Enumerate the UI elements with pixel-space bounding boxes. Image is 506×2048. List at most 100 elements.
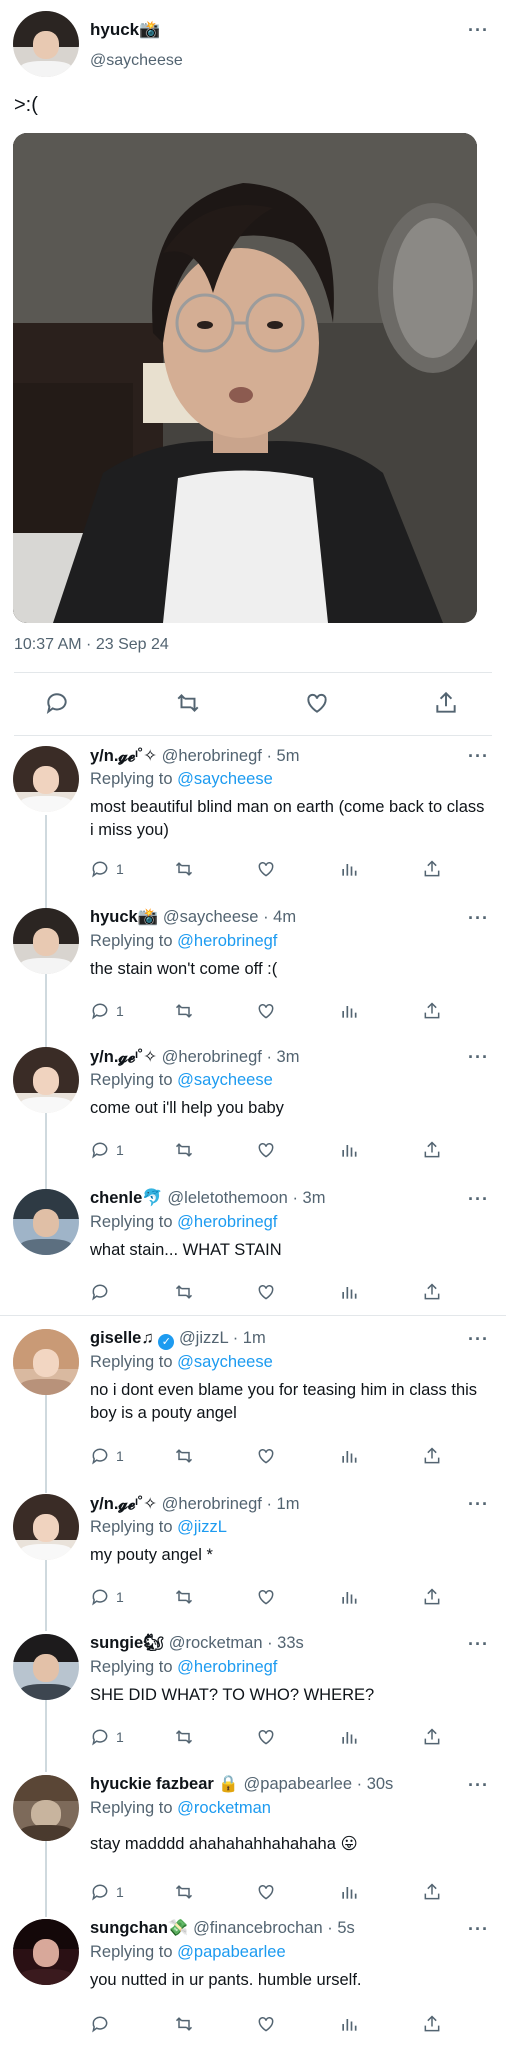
author-name[interactable]: sungie🐿	[90, 1634, 164, 1652]
avatar[interactable]	[13, 1775, 79, 1841]
analytics-button[interactable]	[339, 1586, 359, 1608]
like-button[interactable]	[256, 1000, 276, 1022]
share-button[interactable]	[422, 1881, 442, 1903]
tweet-timestamp[interactable]: 10:37 AM · 23 Sep 24	[14, 636, 169, 654]
author-name[interactable]: giselle♫	[90, 1329, 154, 1347]
replying-to-link[interactable]: @saycheese	[177, 770, 273, 788]
share-button[interactable]	[422, 1726, 442, 1748]
analytics-button[interactable]	[339, 858, 359, 880]
reply-button[interactable]: 1	[90, 1139, 124, 1161]
retweet-button[interactable]	[174, 858, 194, 880]
retweet-button[interactable]	[174, 1000, 194, 1022]
author-name[interactable]: y/n.𝓰𝓮ᶦ˚✧	[90, 1048, 157, 1066]
analytics-button[interactable]	[339, 1726, 359, 1748]
analytics-button[interactable]	[339, 1881, 359, 1903]
replying-to-link[interactable]: @saycheese	[177, 1353, 273, 1371]
replying-to-link[interactable]: @saycheese	[177, 1071, 273, 1089]
avatar[interactable]	[13, 11, 79, 77]
share-button[interactable]	[422, 1445, 442, 1467]
author-name[interactable]: sungchan💸	[90, 1919, 188, 1937]
reply-icon[interactable]	[42, 688, 72, 718]
share-button[interactable]	[422, 858, 442, 880]
replying-to-link[interactable]: @herobrinegf	[177, 1658, 277, 1676]
share-icon[interactable]	[431, 688, 461, 718]
more-dots-icon[interactable]: ···	[468, 1494, 489, 1515]
author-handle[interactable]: @herobrinegf	[162, 1048, 262, 1066]
retweet-button[interactable]	[174, 1726, 194, 1748]
replying-to-link[interactable]: @herobrinegf	[177, 1213, 277, 1231]
retweet-button[interactable]	[174, 1445, 194, 1467]
author-handle[interactable]: @papabearlee	[244, 1775, 353, 1793]
retweet-button[interactable]	[174, 1281, 194, 1303]
like-button[interactable]	[256, 858, 276, 880]
author-name[interactable]: hyuckie fazbear 🔒	[90, 1775, 239, 1793]
share-button[interactable]	[422, 2013, 442, 2035]
analytics-button[interactable]	[339, 1000, 359, 1022]
reply-button[interactable]: 1	[90, 1000, 124, 1022]
tweet-photo[interactable]	[13, 133, 477, 623]
replying-to-link[interactable]: @papabearlee	[177, 1943, 286, 1961]
replying-to-link[interactable]: @rocketman	[177, 1799, 271, 1817]
share-button[interactable]	[422, 1281, 442, 1303]
author-handle[interactable]: @saycheese	[163, 908, 259, 926]
share-button[interactable]	[422, 1000, 442, 1022]
like-icon[interactable]	[302, 688, 332, 718]
author-name[interactable]: y/n.𝓰𝓮ᶦ˚✧	[90, 747, 157, 765]
author-handle[interactable]: @herobrinegf	[162, 747, 262, 765]
avatar[interactable]	[13, 1494, 79, 1560]
author-handle[interactable]: @rocketman	[169, 1634, 263, 1652]
author-handle[interactable]: @financebrochan	[193, 1919, 323, 1937]
share-button[interactable]	[422, 1139, 442, 1161]
more-dots-icon[interactable]: ···	[468, 1189, 489, 1210]
more-dots-icon[interactable]: ···	[468, 1775, 489, 1796]
author-name[interactable]: hyuck📸	[90, 20, 160, 40]
like-button[interactable]	[256, 1881, 276, 1903]
like-button[interactable]	[256, 1139, 276, 1161]
more-dots-icon[interactable]: ···	[468, 746, 489, 767]
analytics-button[interactable]	[339, 1445, 359, 1467]
author-handle[interactable]: @leletothemoon	[167, 1189, 287, 1207]
retweet-button[interactable]	[174, 2013, 194, 2035]
replying-to-link[interactable]: @jizzL	[177, 1518, 227, 1536]
reply-button[interactable]: 1	[90, 1445, 124, 1467]
author-handle[interactable]: @herobrinegf	[162, 1495, 262, 1513]
reply-button[interactable]: 1	[90, 858, 124, 880]
avatar[interactable]	[13, 1047, 79, 1113]
retweet-button[interactable]	[174, 1139, 194, 1161]
like-button[interactable]	[256, 1445, 276, 1467]
avatar[interactable]	[13, 1329, 79, 1395]
author-handle[interactable]: @saycheese	[90, 52, 183, 70]
avatar[interactable]	[13, 1634, 79, 1700]
like-button[interactable]	[256, 1586, 276, 1608]
avatar[interactable]	[13, 1919, 79, 1985]
avatar[interactable]	[13, 1189, 79, 1255]
analytics-button[interactable]	[339, 2013, 359, 2035]
retweet-button[interactable]	[174, 1586, 194, 1608]
analytics-button[interactable]	[339, 1281, 359, 1303]
more-dots-icon[interactable]: ···	[468, 1329, 489, 1350]
like-button[interactable]	[256, 1281, 276, 1303]
reply-button[interactable]: 1	[90, 1881, 124, 1903]
reply-button[interactable]: 1	[90, 1586, 124, 1608]
like-button[interactable]	[256, 1726, 276, 1748]
reply-button[interactable]: 1	[90, 1726, 124, 1748]
more-dots-icon[interactable]: ···	[468, 1919, 489, 1940]
avatar[interactable]	[13, 746, 79, 812]
author-name[interactable]: y/n.𝓰𝓮ᶦ˚✧	[90, 1495, 157, 1513]
author-handle[interactable]: @jizzL	[179, 1329, 228, 1347]
avatar[interactable]	[13, 908, 79, 974]
replying-to-link[interactable]: @herobrinegf	[177, 932, 277, 950]
reply-button[interactable]	[90, 1281, 116, 1303]
author-name[interactable]: chenle🐬	[90, 1189, 163, 1207]
more-dots-icon[interactable]: ···	[468, 20, 489, 41]
more-dots-icon[interactable]: ···	[468, 1634, 489, 1655]
author-name[interactable]: hyuck📸	[90, 908, 158, 926]
retweet-button[interactable]	[174, 1881, 194, 1903]
retweet-icon[interactable]	[173, 688, 203, 718]
reply-button[interactable]	[90, 2013, 116, 2035]
more-dots-icon[interactable]: ···	[468, 1047, 489, 1068]
share-button[interactable]	[422, 1586, 442, 1608]
like-button[interactable]	[256, 2013, 276, 2035]
more-dots-icon[interactable]: ···	[468, 908, 489, 929]
analytics-button[interactable]	[339, 1139, 359, 1161]
